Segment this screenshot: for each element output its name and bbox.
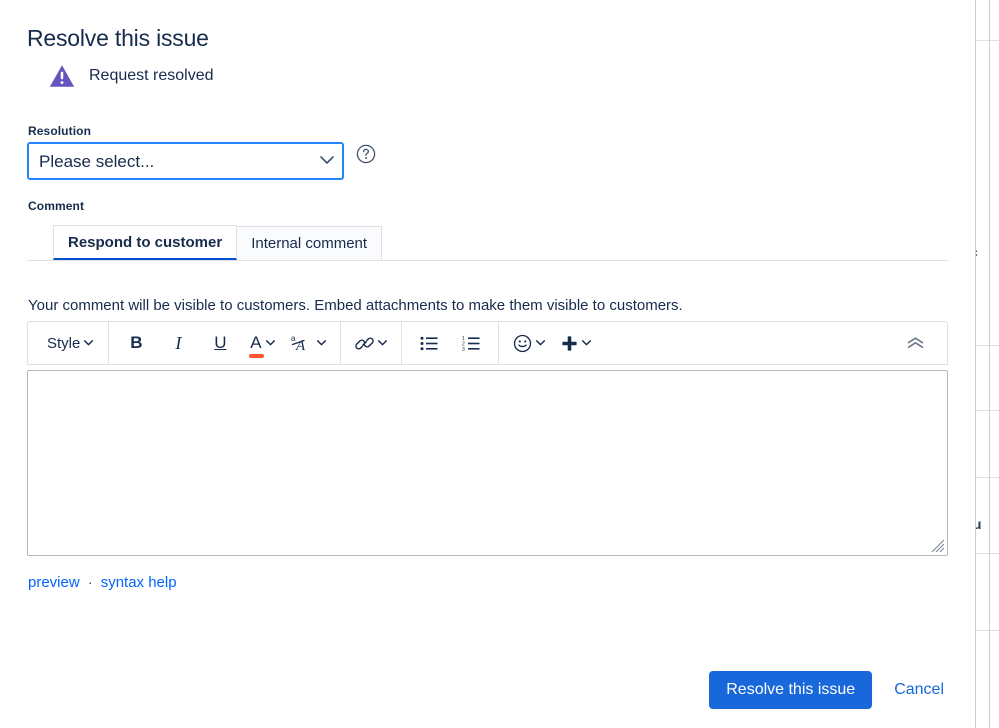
text-effects-icon: a A [291,334,306,353]
help-circle-icon[interactable] [356,144,376,164]
cancel-button[interactable]: Cancel [890,681,948,699]
emoji-button[interactable] [508,328,550,358]
italic-icon: I [175,332,182,353]
editor-toolbar: Style B I U A a A 1 2 3 [27,321,948,365]
chevron-down-icon [265,340,275,346]
page-scrollbar[interactable] [989,0,990,728]
toolbar-group-lists: 1 2 3 [402,322,500,364]
comment-textarea[interactable] [27,370,948,556]
bold-button[interactable]: B [118,328,154,358]
background-panel-edge [975,0,976,728]
resolution-label: Resolution [28,124,91,138]
toolbar-group-link [341,322,403,364]
text-color-swatch [249,354,265,358]
tab-label: Internal comment [251,235,368,252]
style-dropdown-label: Style [47,334,81,352]
italic-button[interactable]: I [160,328,196,358]
status-row: Request resolved [48,60,214,92]
editor-helper-links: preview · syntax help [28,574,177,591]
resolution-select-wrapper[interactable]: Please select... [27,142,344,180]
chevron-down-icon [378,340,388,346]
link-separator: · [87,574,93,591]
syntax-help-link[interactable]: syntax help [101,574,177,591]
emoji-icon [514,334,532,352]
chevron-down-icon [317,340,327,346]
bold-icon: B [130,333,143,352]
resolve-issue-dialog: Resolve this issue Request resolved Reso… [0,0,975,728]
comment-tabs: Respond to customer Internal comment [27,225,948,261]
tab-label: Respond to customer [68,233,223,251]
toolbar-group-formatting: B I U A a A [109,322,342,364]
text-color-button[interactable]: A [244,328,280,358]
toolbar-group-insert [499,322,605,364]
dialog-title: Resolve this issue [27,25,209,52]
underline-icon: U [214,333,227,352]
warning-triangle-icon [49,65,75,87]
toolbar-group-style: Style [28,322,110,364]
svg-text:3: 3 [462,346,465,350]
link-button[interactable] [350,328,392,358]
plus-icon [562,335,577,351]
insert-more-button[interactable] [556,328,596,358]
dialog-footer-actions: Resolve this issue Cancel [709,671,948,709]
text-effects-button[interactable]: a A [286,328,331,358]
style-dropdown[interactable]: Style [41,328,99,358]
comment-label: Comment [28,199,85,213]
tab-respond-to-customer[interactable]: Respond to customer [53,225,238,260]
tab-internal-comment[interactable]: Internal comment [236,226,383,260]
bullet-list-icon [420,336,438,350]
status-label: Request resolved [89,67,214,84]
resolution-select[interactable]: Please select... [27,142,344,180]
chevron-down-icon [84,340,94,346]
numbered-list-button[interactable]: 1 2 3 [453,328,489,358]
chevron-down-icon [536,340,546,346]
double-chevron-up-icon [907,337,923,348]
bullet-list-button[interactable] [411,328,447,358]
link-icon [355,336,375,350]
collapse-toolbar-button[interactable] [897,328,933,358]
underline-button[interactable]: U [202,328,238,358]
text-color-icon: A [250,333,262,352]
numbered-list-icon: 1 2 3 [462,336,480,351]
chevron-down-icon [582,340,592,346]
visibility-note: Your comment will be visible to customer… [28,297,683,314]
resolve-this-issue-button[interactable]: Resolve this issue [709,671,873,709]
preview-link[interactable]: preview [28,574,80,591]
